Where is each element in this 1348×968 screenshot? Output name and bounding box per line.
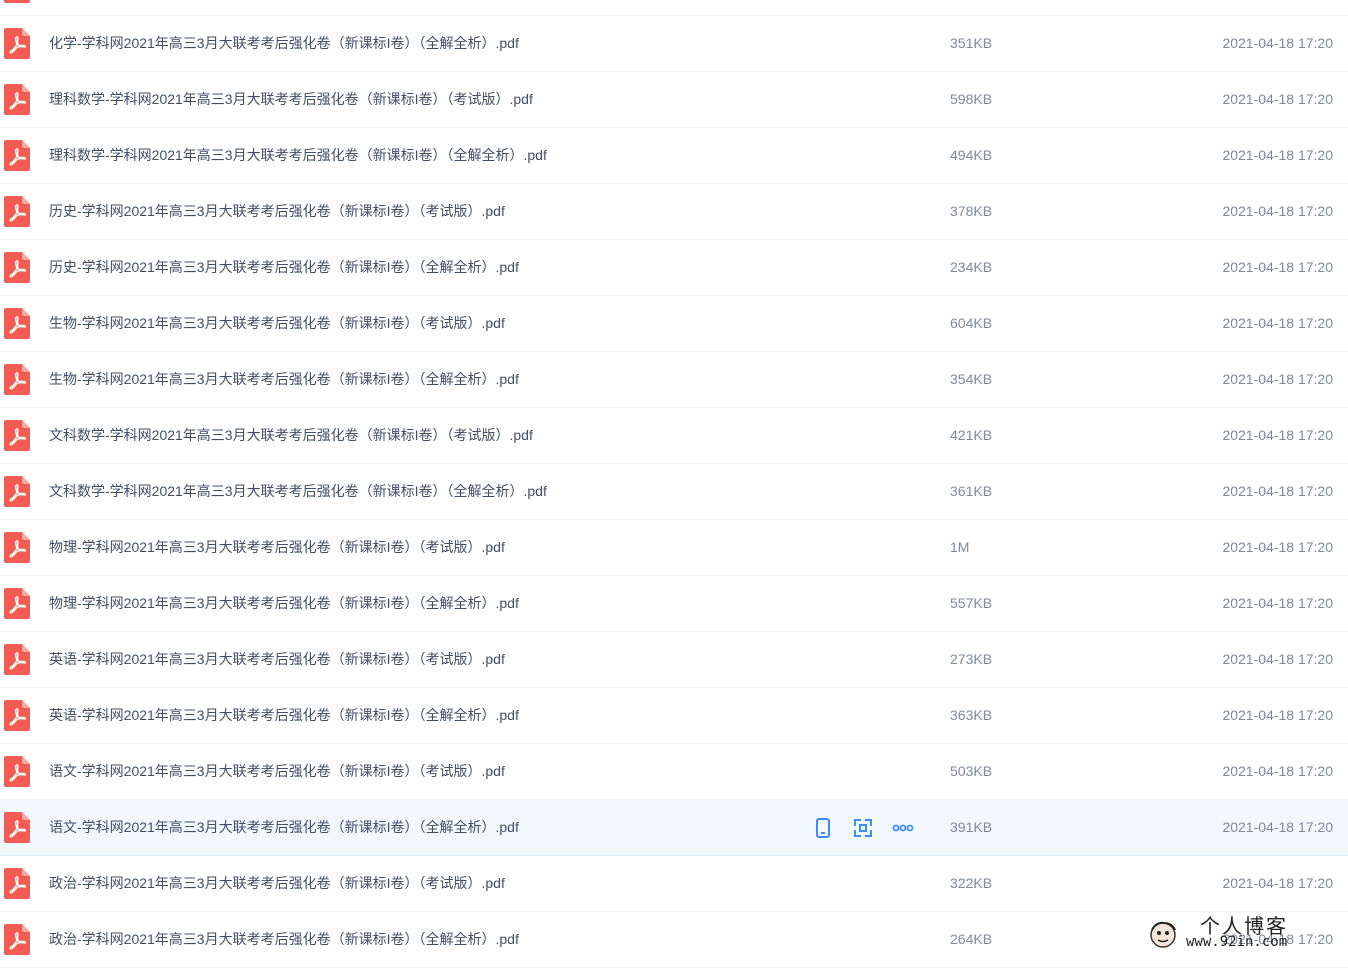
file-size: 557KB: [950, 595, 993, 611]
pdf-file-icon: [4, 0, 30, 3]
pdf-file-icon: [4, 924, 30, 955]
file-name[interactable]: 化学-学科网2021年高三3月大联考考后强化卷（新课标I卷）（全解全析）.pdf: [49, 16, 519, 71]
file-modified-time: 2021-04-18 17:20: [1222, 651, 1333, 667]
file-row[interactable]: 理科数学-学科网2021年高三3月大联考考后强化卷（新课标I卷）（考试版）.pd…: [0, 72, 1348, 128]
pdf-file-icon: [4, 700, 30, 731]
pdf-file-icon: [4, 308, 30, 339]
pdf-file-icon: [4, 476, 30, 507]
file-size: 598KB: [950, 91, 993, 107]
file-name[interactable]: 历史-学科网2021年高三3月大联考考后强化卷（新课标I卷）（考试版）.pdf: [49, 184, 505, 239]
file-modified-time: 2021-04-18 17:20: [1222, 371, 1333, 387]
file-name[interactable]: 文科数学-学科网2021年高三3月大联考考后强化卷（新课标I卷）（考试版）.pd…: [49, 408, 533, 463]
file-row[interactable]: 生物-学科网2021年高三3月大联考考后强化卷（新课标I卷）（全解全析）.pdf…: [0, 352, 1348, 408]
file-modified-time: 2021-04-18 17:20: [1222, 539, 1333, 555]
pdf-file-icon: [4, 252, 30, 283]
file-name[interactable]: 政治-学科网2021年高三3月大联考考后强化卷（新课标I卷）（全解全析）.pdf: [49, 912, 519, 967]
file-size: 273KB: [950, 651, 993, 667]
file-modified-time: 2021-04-18 17:20: [1222, 483, 1333, 499]
file-size: 378KB: [950, 203, 993, 219]
pdf-file-icon: [4, 28, 30, 59]
file-modified-time: 2021-04-18 17:20: [1222, 203, 1333, 219]
file-name[interactable]: 生物-学科网2021年高三3月大联考考后强化卷（新课标I卷）（考试版）.pdf: [49, 296, 505, 351]
file-row[interactable]: 物理-学科网2021年高三3月大联考考后强化卷（新课标I卷）（考试版）.pdf …: [0, 520, 1348, 576]
file-modified-time: 2021-04-18 17:20: [1222, 819, 1333, 835]
file-modified-time: 2021-04-18 17:20: [1222, 707, 1333, 723]
file-row[interactable]: 英语-学科网2021年高三3月大联考考后强化卷（新课标I卷）（考试版）.pdf …: [0, 632, 1348, 688]
file-modified-time: 2021-04-18 17:20: [1222, 427, 1333, 443]
file-size: 391KB: [950, 819, 993, 835]
pdf-file-icon: [4, 420, 30, 451]
file-name[interactable]: 理科数学-学科网2021年高三3月大联考考后强化卷（新课标I卷）（全解全析）.p…: [49, 128, 547, 183]
file-name[interactable]: 文科数学-学科网2021年高三3月大联考考后强化卷（新课标I卷）（全解全析）.p…: [49, 464, 547, 519]
file-modified-time: 2021-04-18 17:20: [1222, 35, 1333, 51]
phone-icon[interactable]: [812, 817, 834, 839]
file-name[interactable]: 物理-学科网2021年高三3月大联考考后强化卷（新课标I卷）（全解全析）.pdf: [49, 576, 519, 631]
pdf-file-icon: [4, 644, 30, 675]
file-row[interactable]: 历史-学科网2021年高三3月大联考考后强化卷（新课标I卷）（考试版）.pdf …: [0, 184, 1348, 240]
pdf-file-icon: [4, 196, 30, 227]
file-name[interactable]: 生物-学科网2021年高三3月大联考考后强化卷（新课标I卷）（全解全析）.pdf: [49, 352, 519, 407]
file-name[interactable]: 物理-学科网2021年高三3月大联考考后强化卷（新课标I卷）（考试版）.pdf: [49, 520, 505, 575]
file-modified-time: 2021-04-18 17:20: [1222, 259, 1333, 275]
file-name[interactable]: 历史-学科网2021年高三3月大联考考后强化卷（新课标I卷）（全解全析）.pdf: [49, 240, 519, 295]
file-name[interactable]: 英语-学科网2021年高三3月大联考考后强化卷（新课标I卷）（考试版）.pdf: [49, 632, 505, 687]
file-row[interactable]: 语文-学科网2021年高三3月大联考考后强化卷（新课标I卷）（全解全析）.pdf…: [0, 800, 1348, 856]
pdf-file-icon: [4, 756, 30, 787]
file-modified-time: 2021-04-18 17:20: [1222, 91, 1333, 107]
pdf-file-icon: [4, 588, 30, 619]
pdf-file-icon: [4, 812, 30, 843]
pdf-file-icon: [4, 868, 30, 899]
file-name[interactable]: 政治-学科网2021年高三3月大联考考后强化卷（新课标I卷）（考试版）.pdf: [49, 856, 505, 911]
pdf-file-icon: [4, 532, 30, 563]
file-name[interactable]: 英语-学科网2021年高三3月大联考考后强化卷（新课标I卷）（全解全析）.pdf: [49, 688, 519, 743]
file-row[interactable]: 文科数学-学科网2021年高三3月大联考考后强化卷（新课标I卷）（考试版）.pd…: [0, 408, 1348, 464]
file-name[interactable]: 理科数学-学科网2021年高三3月大联考考后强化卷（新课标I卷）（考试版）.pd…: [49, 72, 533, 127]
file-size: 363KB: [950, 707, 993, 723]
watermark: 个人博客 www.92in.com: [1148, 914, 1338, 954]
file-row[interactable]: 化学-学科网2021年高三3月大联考考后强化卷（新课标I卷）（全解全析）.pdf…: [0, 16, 1348, 72]
watermark-url: www.92in.com: [1186, 934, 1288, 950]
pdf-file-icon: [4, 364, 30, 395]
file-size: 354KB: [950, 371, 993, 387]
file-size: 421KB: [950, 427, 993, 443]
file-modified-time: 2021-04-18 17:20: [1222, 315, 1333, 331]
more-icon[interactable]: [892, 817, 914, 839]
file-size: 234KB: [950, 259, 993, 275]
file-list: 化学-学科网2021年高三3月大联考考后强化卷（新课标I卷）（全解全析）.pdf…: [0, 0, 1348, 968]
file-size: 322KB: [950, 875, 993, 891]
file-name[interactable]: 语文-学科网2021年高三3月大联考考后强化卷（新课标I卷）（全解全析）.pdf: [49, 800, 519, 855]
file-row[interactable]: 历史-学科网2021年高三3月大联考考后强化卷（新课标I卷）（全解全析）.pdf…: [0, 240, 1348, 296]
file-modified-time: 2021-04-18 17:20: [1222, 147, 1333, 163]
file-row[interactable]: 语文-学科网2021年高三3月大联考考后强化卷（新课标I卷）（考试版）.pdf …: [0, 744, 1348, 800]
avatar-icon: [1150, 921, 1176, 948]
file-row[interactable]: 政治-学科网2021年高三3月大联考考后强化卷（新课标I卷）（考试版）.pdf …: [0, 856, 1348, 912]
file-row[interactable]: [0, 0, 1348, 16]
pdf-file-icon: [4, 140, 30, 171]
file-row[interactable]: 文科数学-学科网2021年高三3月大联考考后强化卷（新课标I卷）（全解全析）.p…: [0, 464, 1348, 520]
file-size: 503KB: [950, 763, 993, 779]
file-row[interactable]: 理科数学-学科网2021年高三3月大联考考后强化卷（新课标I卷）（全解全析）.p…: [0, 128, 1348, 184]
file-size: 351KB: [950, 35, 993, 51]
file-row[interactable]: 物理-学科网2021年高三3月大联考考后强化卷（新课标I卷）（全解全析）.pdf…: [0, 576, 1348, 632]
file-row[interactable]: 生物-学科网2021年高三3月大联考考后强化卷（新课标I卷）（考试版）.pdf …: [0, 296, 1348, 352]
file-modified-time: 2021-04-18 17:20: [1222, 595, 1333, 611]
file-size: 264KB: [950, 931, 993, 947]
file-row[interactable]: 英语-学科网2021年高三3月大联考考后强化卷（新课标I卷）（全解全析）.pdf…: [0, 688, 1348, 744]
file-modified-time: 2021-04-18 17:20: [1222, 875, 1333, 891]
file-name[interactable]: 语文-学科网2021年高三3月大联考考后强化卷（新课标I卷）（考试版）.pdf: [49, 744, 505, 799]
file-size: 361KB: [950, 483, 993, 499]
file-modified-time: 2021-04-18 17:20: [1222, 763, 1333, 779]
pdf-file-icon: [4, 84, 30, 115]
share-icon[interactable]: [852, 817, 874, 839]
file-size: 494KB: [950, 147, 993, 163]
file-size: 1M: [950, 539, 970, 555]
file-size: 604KB: [950, 315, 993, 331]
